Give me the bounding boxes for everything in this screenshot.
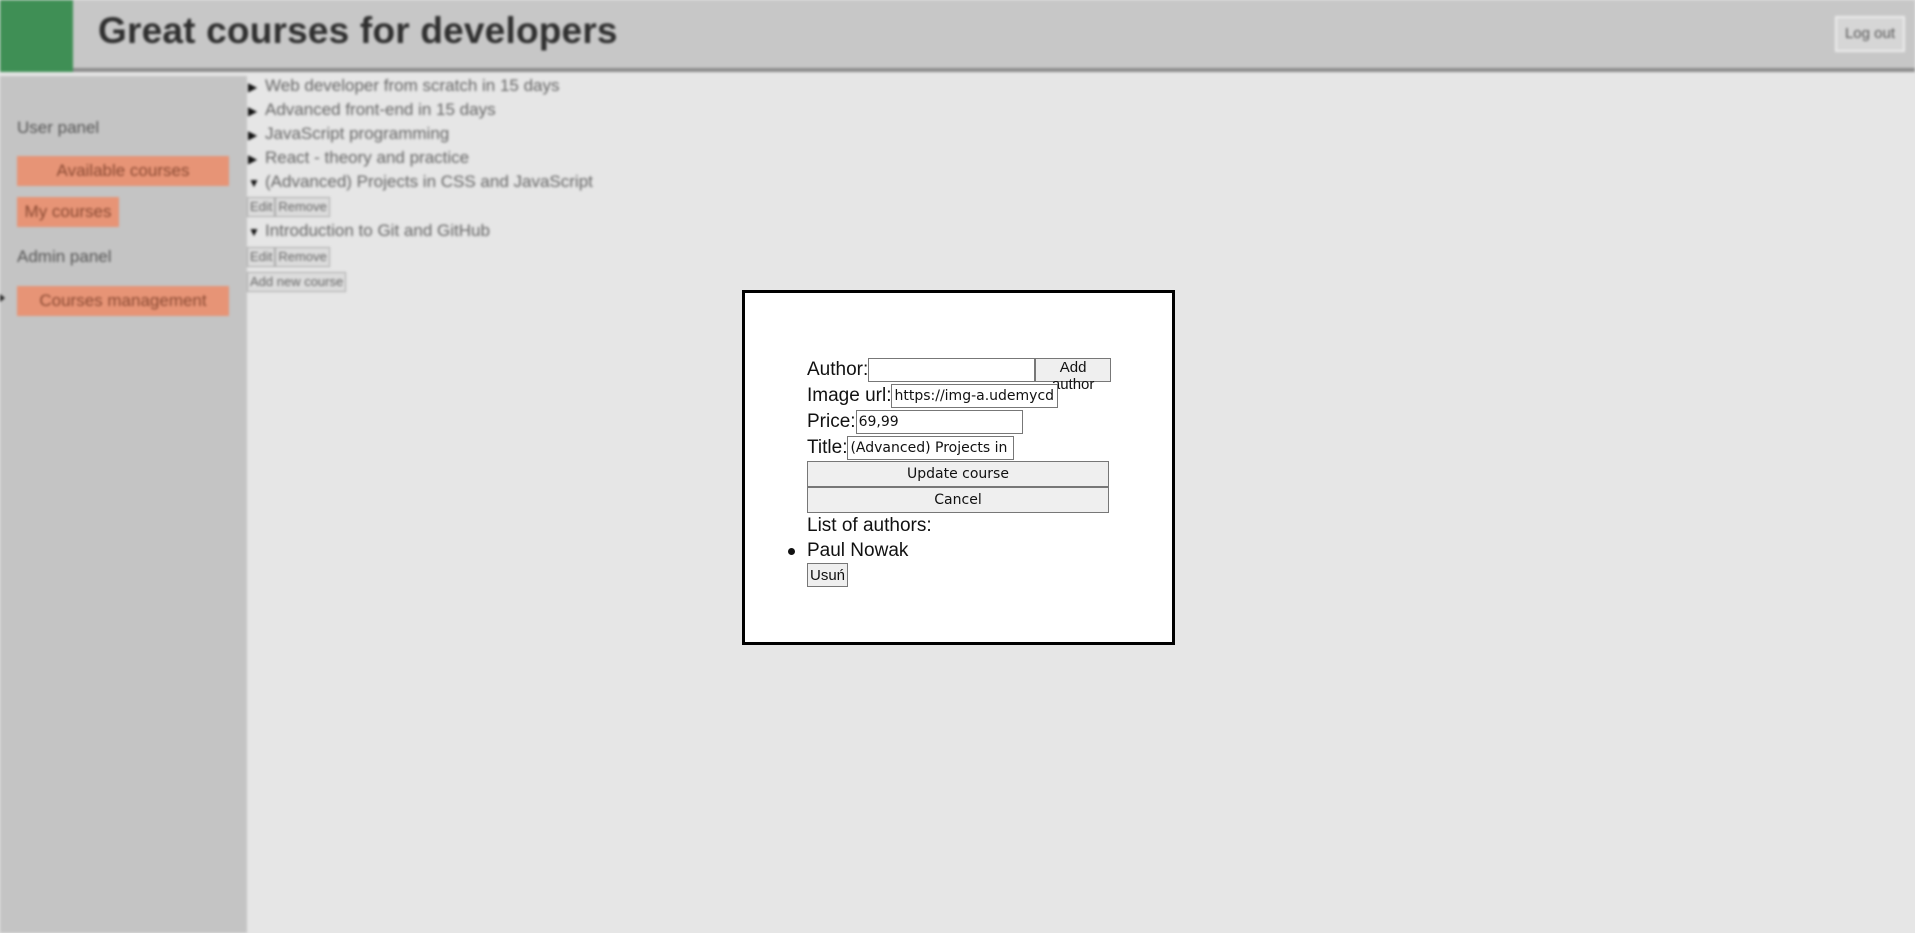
collapsed-triangle-icon: ▶	[248, 104, 258, 118]
course-item[interactable]: ▶ Web developer from scratch in 15 days	[247, 76, 560, 96]
image-url-input[interactable]	[891, 384, 1059, 408]
authors-list-label: List of authors:	[807, 515, 932, 536]
collapsed-triangle-icon: ▶	[248, 128, 258, 142]
logout-button[interactable]: Log out	[1834, 16, 1905, 52]
course-actions: Edit Remove	[247, 247, 330, 267]
course-title: React - theory and practice	[265, 148, 470, 167]
course-actions: Edit Remove	[247, 197, 330, 217]
edit-course-modal: Author: Add author Image url: Price: Tit…	[742, 290, 1175, 645]
author-label: Author:	[807, 359, 869, 380]
available-courses-button[interactable]: Available courses	[17, 156, 229, 186]
course-title: (Advanced) Projects in CSS and JavaScrip…	[265, 172, 593, 191]
course-item[interactable]: ▼ Introduction to Git and GitHub	[247, 221, 490, 241]
active-marker-icon	[0, 294, 5, 302]
collapsed-triangle-icon: ▶	[248, 152, 258, 166]
remove-course-button[interactable]: Remove	[275, 197, 330, 217]
price-row: Price:	[807, 409, 1111, 435]
add-course-group: Add new course	[247, 272, 347, 292]
price-label: Price:	[807, 411, 856, 432]
bullet-icon	[788, 548, 795, 555]
authors-list: Paul Nowak	[788, 538, 1111, 563]
expanded-triangle-icon: ▼	[248, 225, 260, 239]
title-row: Title:	[807, 435, 1111, 461]
edit-course-button[interactable]: Edit	[247, 247, 276, 267]
user-panel-label: User panel	[17, 118, 100, 137]
sidebar: User panel Available courses My courses …	[0, 76, 247, 933]
admin-panel-label: Admin panel	[17, 247, 112, 266]
remove-course-button[interactable]: Remove	[275, 247, 330, 267]
edit-course-button[interactable]: Edit	[247, 197, 276, 217]
price-input[interactable]	[855, 410, 1023, 434]
course-title: Advanced front-end in 15 days	[265, 100, 496, 119]
course-title: Introduction to Git and GitHub	[265, 221, 490, 240]
title-input[interactable]	[847, 436, 1015, 460]
course-item[interactable]: ▼ (Advanced) Projects in CSS and JavaScri…	[247, 172, 593, 192]
courses-management-button[interactable]: Courses management	[17, 286, 229, 316]
expanded-triangle-icon: ▼	[248, 176, 260, 190]
course-item[interactable]: ▶ React - theory and practice	[247, 148, 469, 168]
collapsed-triangle-icon: ▶	[248, 80, 258, 94]
course-title: Web developer from scratch in 15 days	[265, 76, 560, 95]
add-author-button[interactable]: Add author	[1035, 358, 1111, 393]
course-item[interactable]: ▶ Advanced front-end in 15 days	[247, 100, 496, 120]
course-item[interactable]: ▶ JavaScript programming	[247, 124, 449, 144]
app-title: Great courses for developers	[98, 10, 618, 51]
remove-author-button[interactable]: Usuń	[807, 563, 849, 587]
author-name: Paul Nowak	[807, 540, 909, 561]
course-title: JavaScript programming	[265, 124, 450, 143]
add-new-course-button[interactable]: Add new course	[247, 272, 347, 292]
image-url-label: Image url:	[807, 385, 892, 406]
top-header: Great courses for developers Log out	[0, 0, 1915, 72]
logo	[0, 0, 73, 72]
edit-course-form: Author: Add author Image url: Price: Tit…	[788, 357, 1111, 587]
cancel-button[interactable]: Cancel	[807, 487, 1109, 513]
author-input[interactable]	[868, 358, 1036, 382]
list-item: Paul Nowak	[788, 538, 1111, 563]
update-course-button[interactable]: Update course	[807, 461, 1109, 487]
my-courses-button[interactable]: My courses	[17, 197, 119, 227]
author-row: Author: Add author	[807, 357, 1111, 393]
title-label: Title:	[807, 437, 848, 458]
